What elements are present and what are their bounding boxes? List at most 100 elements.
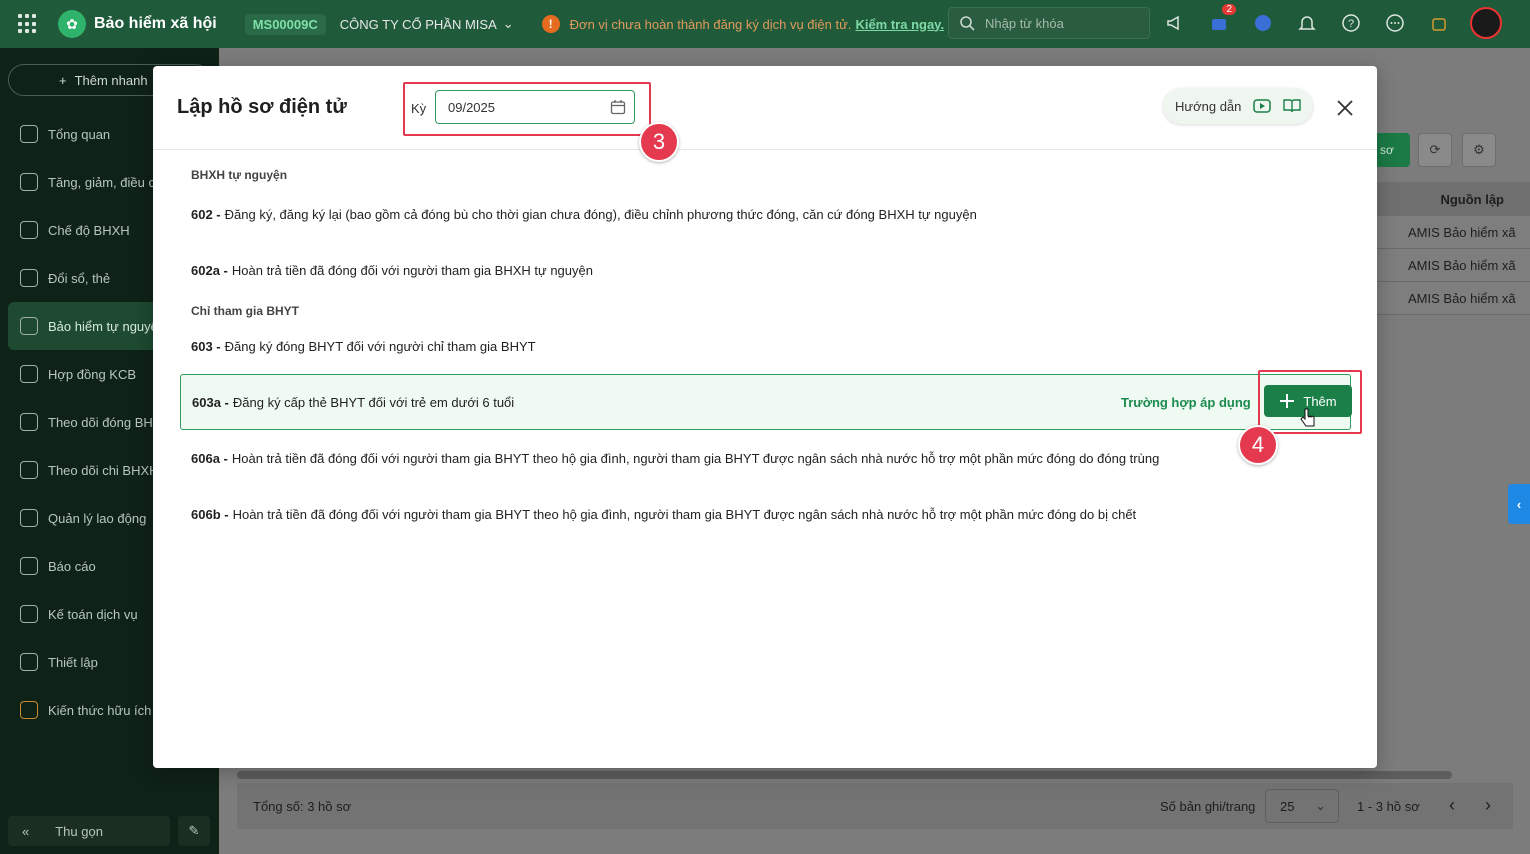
add-button-label: Thêm <box>1303 393 1337 409</box>
form-description: Đăng ký cấp thẻ BHYT đối với trẻ em dưới… <box>232 394 515 410</box>
document-icon <box>20 365 38 383</box>
list-item[interactable]: 602 - Đăng ký, đăng ký lại (bao gồm cả đ… <box>191 186 1377 242</box>
search-icon <box>960 16 975 31</box>
dialog-body: BHXH tự nguyện 602 - Đăng ký, đăng ký lạ… <box>153 150 1377 542</box>
plus-icon: + <box>59 72 67 88</box>
page-size-value: 25 <box>1280 798 1295 814</box>
document-money-icon <box>20 461 38 479</box>
sidebar-item-label: Bảo hiểm tự nguyện <box>48 318 166 334</box>
form-description: Hoàn trả tiền đã đóng đối với người tham… <box>232 506 1137 522</box>
cart-icon[interactable]: 2 <box>1204 4 1236 38</box>
chat-icon[interactable] <box>1248 8 1278 38</box>
warning-icon: ! <box>541 15 560 33</box>
record-range: 1 - 3 hồ sơ <box>1357 798 1420 814</box>
shield-check-icon <box>20 317 38 335</box>
clipboard-icon <box>20 557 38 575</box>
sidebar-item-label: Báo cáo <box>48 558 96 574</box>
search-input[interactable] <box>985 15 1135 31</box>
check-now-link[interactable]: Kiểm tra ngay. <box>855 17 944 32</box>
sidebar-item-label: Hợp đồng KCB <box>48 366 137 382</box>
table-row[interactable]: AMIS Bảo hiểm xã <box>1377 282 1530 315</box>
table-row[interactable]: AMIS Bảo hiểm xã <box>1377 249 1530 282</box>
shield-icon <box>20 221 38 239</box>
cart-badge: 2 <box>1222 4 1236 15</box>
calendar-icon[interactable] <box>610 99 626 115</box>
double-chevron-left-icon: « <box>22 823 30 839</box>
user-change-icon <box>20 173 38 191</box>
sidebar-item-label: Chế độ BHXH <box>48 222 130 238</box>
create-record-button[interactable]: sơ <box>1376 133 1410 167</box>
period-highlight-frame: Kỳ <box>403 82 651 136</box>
compass-icon <box>20 605 38 623</box>
per-page-label: Số bản ghi/trang <box>1160 798 1256 814</box>
chevron-left-icon: ‹ <box>1516 496 1522 512</box>
form-description: Đăng ký, đăng ký lại (bao gồm cả đóng bù… <box>224 206 977 222</box>
records-table: Nguồn lập AMIS Bảo hiểm xã AMIS Bảo hiểm… <box>1377 182 1530 315</box>
table-footer: Tổng số: 3 hồ sơ Số bản ghi/trang 25 ⌄ 1… <box>237 783 1513 829</box>
create-e-record-dialog: Lập hồ sơ điện tử Kỳ 3 Hướng dẫn BHXH tự… <box>153 66 1377 768</box>
form-code: 606a - <box>191 450 228 466</box>
horizontal-scrollbar[interactable] <box>237 771 1452 779</box>
idea-icon[interactable] <box>1424 8 1454 38</box>
list-item-selected[interactable]: 603a - Đăng ký cấp thẻ BHYT đối với trẻ … <box>180 370 1362 465</box>
form-code: 602 - <box>191 206 221 222</box>
apps-grid-icon[interactable] <box>18 14 38 34</box>
form-description: Hoàn trả tiền đã đóng đối với người tham… <box>231 450 1160 466</box>
close-icon[interactable] <box>1333 96 1357 120</box>
guide-button[interactable]: Hướng dẫn <box>1163 88 1314 124</box>
megaphone-icon[interactable] <box>1160 8 1190 38</box>
sidebar-item-label: Kế toán dịch vụ <box>48 606 138 622</box>
collapse-label: Thu gọn <box>55 823 103 839</box>
book-icon[interactable] <box>1283 98 1302 114</box>
total-records: Tổng số: 3 hồ sơ <box>253 798 352 814</box>
edit-icon[interactable]: ✎ <box>178 816 210 846</box>
next-page-icon[interactable]: › <box>1485 795 1491 816</box>
sidebar-item-label: Tổng quan <box>48 126 111 142</box>
list-item[interactable]: 606a - Hoàn trả tiền đã đóng đối với ngư… <box>191 430 1377 486</box>
users-icon <box>20 509 38 527</box>
refresh-icon[interactable]: ⟳ <box>1418 133 1452 167</box>
quick-add-label: Thêm nhanh <box>74 72 148 88</box>
form-code: 603 - <box>191 338 221 354</box>
guide-label: Hướng dẫn <box>1175 98 1242 114</box>
collapse-sidebar-button[interactable]: « Thu gọn <box>8 816 170 846</box>
dialog-title: Lập hồ sơ điện tử <box>177 96 347 118</box>
home-icon <box>20 125 38 143</box>
user-avatar[interactable] <box>1470 7 1502 39</box>
form-description: Hoàn trả tiền đã đóng đối với người tham… <box>231 262 593 278</box>
step-4-badge: 4 <box>1238 425 1278 465</box>
card-icon <box>20 269 38 287</box>
gear-icon <box>20 653 38 671</box>
list-item[interactable]: 603 - Đăng ký đóng BHYT đối với người ch… <box>191 318 1377 374</box>
help-icon[interactable]: ? <box>1336 8 1366 38</box>
table-row[interactable]: AMIS Bảo hiểm xã <box>1377 216 1530 249</box>
sidebar-item-label: Thiết lập <box>48 654 98 670</box>
document-edit-icon <box>20 413 38 431</box>
applicable-cases-link[interactable]: Trường hợp áp dụng <box>1121 395 1251 410</box>
add-highlight-frame: Thêm <box>1258 370 1362 434</box>
sidebar-item-label: Quản lý lao động <box>48 510 147 526</box>
video-icon[interactable] <box>1253 98 1272 114</box>
sidebar-item-label: Kiến thức hữu ích <box>48 702 152 718</box>
search-box[interactable] <box>948 7 1150 39</box>
period-input[interactable] <box>448 99 598 115</box>
form-description: Đăng ký đóng BHYT đối với người chỉ tham… <box>224 338 536 354</box>
period-picker[interactable] <box>435 90 635 124</box>
svg-text:?: ? <box>1348 18 1354 30</box>
column-header-source: Nguồn lập <box>1377 182 1530 216</box>
sidebar-item-label: Theo dõi chi BHXH <box>48 462 159 478</box>
page-size-select[interactable]: 25 ⌄ <box>1265 789 1339 823</box>
bell-icon[interactable] <box>1292 8 1322 38</box>
side-panel-toggle[interactable]: ‹ <box>1508 484 1530 524</box>
list-item[interactable]: 606b - Hoàn trả tiền đã đóng đối với ngư… <box>191 486 1377 542</box>
company-selector[interactable]: CÔNG TY CỔ PHẦN MISA ⌄ <box>340 16 514 32</box>
create-record-label: sơ <box>1380 143 1394 157</box>
warning-text: Đơn vị chưa hoàn thành đăng ký dịch vụ đ… <box>569 16 852 32</box>
gear-icon[interactable]: ⚙ <box>1462 133 1496 167</box>
form-code: 602a - <box>191 262 228 278</box>
app-logo: ✿ <box>58 10 86 38</box>
chevron-down-icon: ⌄ <box>502 16 514 31</box>
prev-page-icon[interactable]: ‹ <box>1449 795 1455 816</box>
more-icon[interactable] <box>1380 8 1410 38</box>
list-item[interactable]: 602a - Hoàn trả tiền đã đóng đối với ngư… <box>191 242 1377 298</box>
